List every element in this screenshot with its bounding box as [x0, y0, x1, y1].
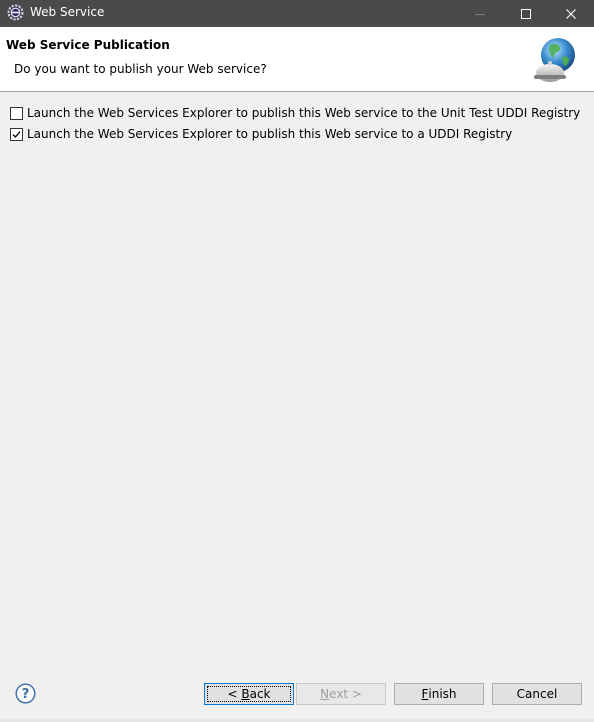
option-label: Launch the Web Services Explorer to publ… — [27, 106, 581, 120]
minimize-button[interactable] — [457, 0, 503, 27]
option-label: Launch the Web Services Explorer to publ… — [27, 127, 513, 141]
cancel-label: Cancel — [516, 687, 558, 701]
globe-bell-icon — [528, 35, 580, 87]
finish-button[interactable]: Finish — [394, 683, 484, 705]
finish-mnemonic: F — [421, 687, 429, 701]
back-prefix: < — [227, 687, 242, 701]
option-unit-test-uddi[interactable]: Launch the Web Services Explorer to publ… — [10, 105, 580, 121]
help-icon[interactable]: ? — [15, 683, 36, 704]
page-description: Do you want to publish your Web service? — [14, 62, 267, 76]
page-title: Web Service Publication — [6, 38, 170, 52]
maximize-button[interactable] — [503, 0, 549, 27]
cancel-button[interactable]: Cancel — [492, 683, 582, 705]
checkmark-icon — [12, 130, 21, 138]
minimize-icon — [475, 13, 485, 15]
checkbox-unit-test-uddi[interactable] — [10, 106, 23, 120]
next-button[interactable]: Next > — [296, 683, 386, 705]
wizard-banner: Web Service Publication Do you want to p… — [0, 27, 594, 92]
maximize-icon — [521, 8, 531, 19]
close-icon — [566, 8, 576, 19]
checkbox-uddi-registry[interactable] — [10, 127, 23, 141]
back-mnemonic: B — [241, 687, 250, 701]
back-rest: ack — [249, 687, 271, 701]
title-bar[interactable]: Web Service — [0, 0, 594, 27]
svg-text:?: ? — [22, 687, 30, 702]
eclipse-gear-icon — [7, 4, 24, 21]
window-title: Web Service — [30, 5, 105, 19]
back-button[interactable]: < Back — [204, 683, 294, 705]
next-rest: ext > — [329, 687, 362, 701]
next-mnemonic: N — [320, 687, 330, 701]
close-button[interactable] — [548, 0, 594, 27]
finish-rest: inish — [428, 687, 457, 701]
option-uddi-registry[interactable]: Launch the Web Services Explorer to publ… — [10, 126, 512, 142]
